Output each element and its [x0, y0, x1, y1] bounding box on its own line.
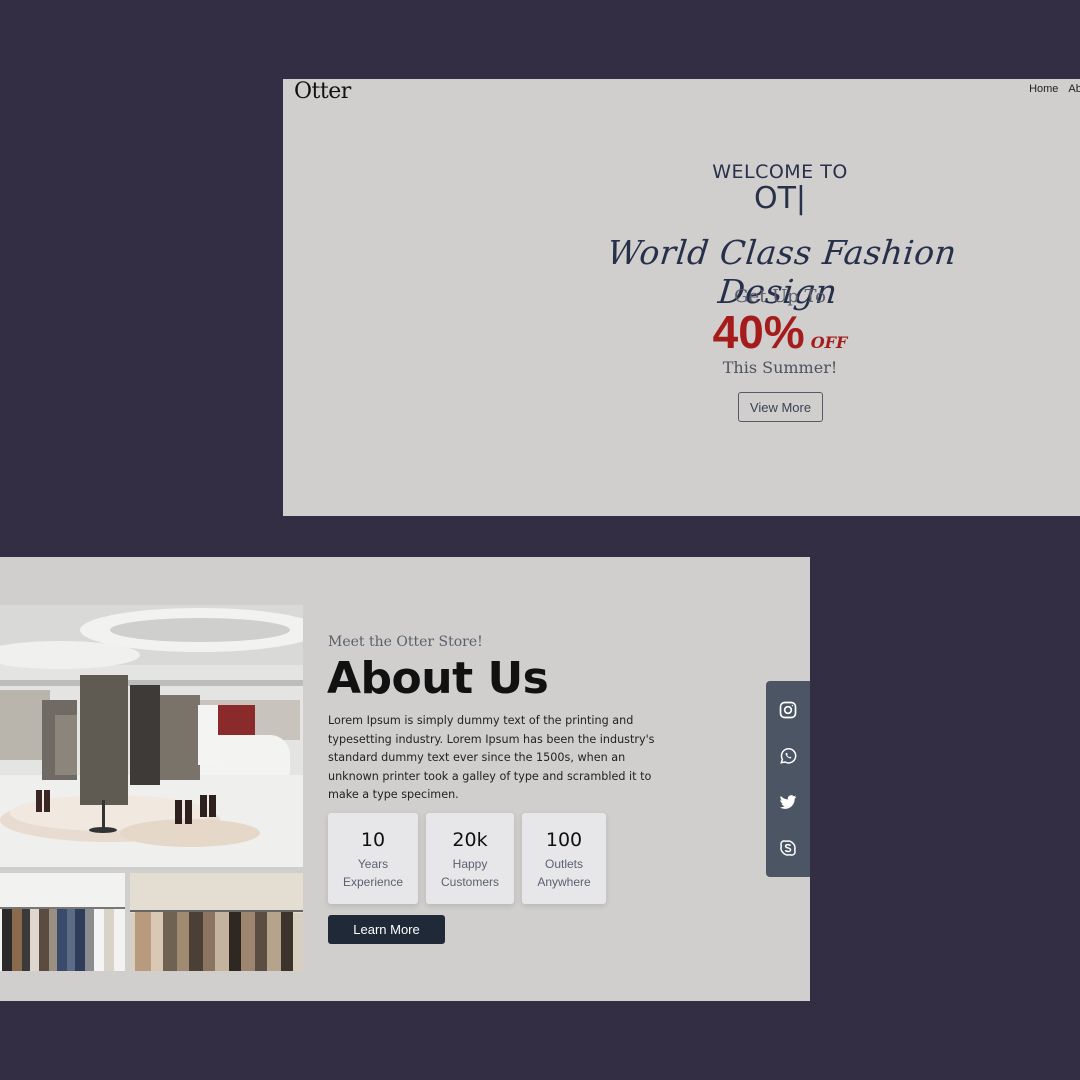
- stat-label-line: Outlets: [544, 857, 583, 871]
- stat-label: Years Experience: [328, 855, 418, 891]
- typed-brand-text: OT|: [753, 181, 807, 216]
- stat-value: 100: [545, 829, 583, 851]
- stat-value: 10: [360, 829, 386, 851]
- stat-card-experience: 10 Years Experience: [328, 813, 418, 904]
- about-description: Lorem Ipsum is simply dummy text of the …: [328, 714, 655, 801]
- stat-label: Happy Customers: [426, 855, 514, 891]
- about-title: About Us: [327, 653, 549, 704]
- stat-card-customers: 20k Happy Customers: [426, 813, 514, 904]
- nav-item-about[interactable]: Abo: [1068, 83, 1080, 95]
- stat-label-line: Happy: [452, 857, 488, 871]
- coat-rack-photo: [130, 873, 303, 971]
- stat-label-line: Experience: [342, 875, 404, 889]
- welcome-heading: WELCOME TO: [712, 161, 848, 183]
- about-subtitle: Meet the Otter Store!: [328, 634, 483, 650]
- learn-more-button[interactable]: Learn More: [328, 915, 445, 944]
- promo-suffix: This Summer!: [722, 358, 838, 377]
- instagram-icon[interactable]: [777, 699, 799, 721]
- twitter-icon[interactable]: [777, 791, 799, 813]
- stat-label-line: Customers: [440, 875, 499, 889]
- stat-label-line: Years: [357, 857, 389, 871]
- stat-value: 20k: [452, 829, 488, 851]
- promo-percent: 40%: [712, 306, 805, 358]
- site-logo[interactable]: Otter: [294, 79, 351, 104]
- stat-card-outlets: 100 Outlets Anywhere: [522, 813, 606, 904]
- about-section: Meet the Otter Store! About Us Lorem Ips…: [0, 557, 810, 1001]
- store-interior-photo: [0, 605, 303, 867]
- nav-item-home[interactable]: Home: [1029, 83, 1058, 95]
- skype-icon[interactable]: [777, 837, 799, 859]
- clothing-rack-photo: [0, 873, 125, 971]
- stat-label-line: Anywhere: [537, 875, 591, 889]
- promo-discount: 40% OFF: [580, 305, 980, 359]
- whatsapp-icon[interactable]: [777, 745, 799, 767]
- stat-label: Outlets Anywhere: [522, 855, 606, 891]
- view-more-button[interactable]: View More: [738, 392, 823, 422]
- stats-row: 10 Years Experience 20k Happy Customers …: [328, 813, 606, 904]
- promo-prefix: Get Up To: [734, 286, 826, 307]
- social-sidebar: [766, 681, 810, 877]
- promo-off-label: OFF: [810, 333, 848, 352]
- main-nav: Home Abo: [1029, 83, 1080, 95]
- hero-section: Otter Home Abo WELCOME TO OT| World Clas…: [283, 79, 1080, 516]
